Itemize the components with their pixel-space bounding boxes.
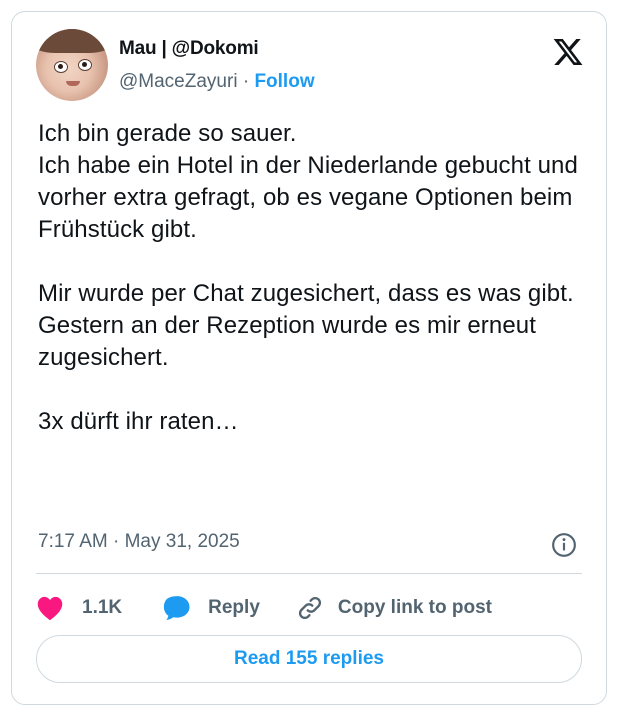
heart-icon bbox=[37, 596, 63, 621]
copy-link-button[interactable]: Copy link to post bbox=[296, 594, 492, 622]
like-button[interactable]: 1.1K bbox=[36, 595, 162, 621]
tweet-card: Mau | @Dokomi @MaceZayuri · Follow Ich b… bbox=[11, 11, 607, 705]
read-replies-button[interactable]: Read 155 replies bbox=[36, 635, 582, 683]
author-handle-row: @MaceZayuri · Follow bbox=[119, 71, 315, 93]
divider bbox=[36, 573, 582, 574]
follow-button[interactable]: Follow bbox=[254, 71, 314, 92]
like-count: 1.1K bbox=[82, 597, 123, 618]
author-display-name[interactable]: Mau | @Dokomi bbox=[119, 38, 259, 60]
copy-link-label: Copy link to post bbox=[337, 597, 492, 618]
reply-bubble-icon bbox=[164, 596, 190, 620]
reply-button[interactable]: Reply bbox=[162, 594, 296, 622]
tweet-text: Ich bin gerade so sauer. Ich habe ein Ho… bbox=[38, 120, 578, 435]
action-bar: 1.1K Reply Copy link to post bbox=[36, 592, 492, 624]
separator-dot: · bbox=[237, 71, 255, 92]
info-icon[interactable] bbox=[551, 532, 577, 558]
author-handle[interactable]: @MaceZayuri bbox=[119, 71, 238, 92]
link-icon bbox=[298, 596, 321, 620]
tweet-timestamp[interactable]: 7:17 AM · May 31, 2025 bbox=[38, 531, 240, 553]
x-logo-icon[interactable] bbox=[552, 36, 584, 68]
avatar[interactable] bbox=[36, 29, 108, 101]
reply-label: Reply bbox=[208, 597, 260, 618]
